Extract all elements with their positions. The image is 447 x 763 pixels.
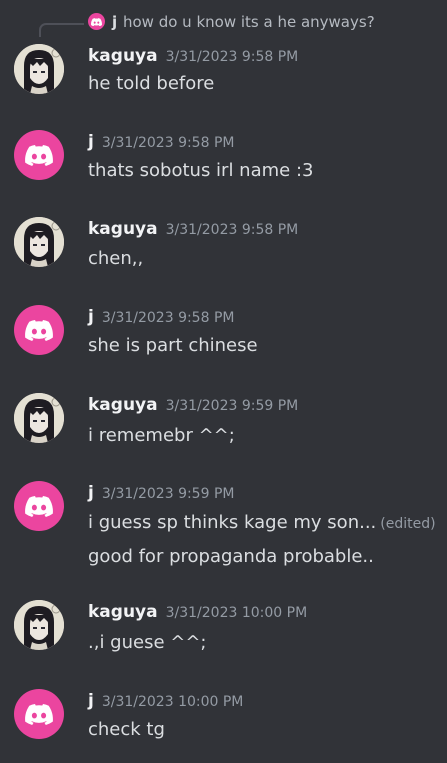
discord-logo-icon	[25, 144, 53, 166]
message-timestamp: 3/31/2023 9:59 PM	[101, 486, 235, 502]
message-header: j 3/31/2023 9:58 PM	[88, 130, 234, 155]
anime-girl-avatar-icon	[14, 600, 64, 650]
anime-girl-avatar-icon	[14, 217, 64, 267]
discord-logo-icon	[91, 17, 102, 26]
avatar[interactable]	[14, 689, 64, 739]
message-content: i guess sp thinks kage my son... (edited)	[88, 511, 436, 536]
anime-girl-avatar-icon	[14, 44, 64, 94]
reply-preview[interactable]: j how do u know its a he anyways?	[0, 8, 447, 37]
message-header: kaguya 3/31/2023 10:00 PM	[88, 600, 307, 625]
message-header: j 3/31/2023 9:59 PM	[88, 481, 234, 506]
message-header: j 3/31/2023 10:00 PM	[88, 689, 243, 714]
message-content: good for propaganda probable..	[88, 546, 374, 567]
anime-girl-avatar-icon	[14, 393, 64, 443]
discord-logo-icon	[25, 703, 53, 725]
avatar[interactable]	[14, 44, 64, 94]
message-timestamp: 3/31/2023 9:58 PM	[165, 49, 299, 65]
avatar[interactable]	[14, 481, 64, 531]
message-content: i rememebr ^^;	[88, 425, 235, 446]
message-author[interactable]: j	[88, 691, 94, 711]
message-content: he told before	[88, 73, 215, 94]
message-author[interactable]: j	[88, 483, 94, 503]
message-timestamp: 3/31/2023 9:58 PM	[101, 310, 235, 326]
reply-author[interactable]: j	[112, 12, 117, 32]
message-author[interactable]: kaguya	[88, 46, 158, 66]
message-timestamp: 3/31/2023 10:00 PM	[101, 694, 244, 710]
message-author[interactable]: kaguya	[88, 219, 158, 239]
avatar[interactable]	[14, 305, 64, 355]
message-header: j 3/31/2023 9:58 PM	[88, 305, 234, 330]
message-content: .,i guese ^^;	[88, 632, 207, 653]
reply-spine	[39, 23, 84, 37]
message-timestamp: 3/31/2023 9:58 PM	[101, 135, 235, 151]
edited-label: (edited)	[380, 516, 436, 532]
avatar[interactable]	[14, 393, 64, 443]
message-line: i guess sp thinks kage my son...	[88, 512, 377, 533]
message-header: kaguya 3/31/2023 9:58 PM	[88, 44, 298, 69]
message-author[interactable]: kaguya	[88, 602, 158, 622]
avatar[interactable]	[14, 600, 64, 650]
message-author[interactable]: j	[88, 132, 94, 152]
avatar[interactable]	[14, 217, 64, 267]
avatar[interactable]	[14, 130, 64, 180]
reply-avatar[interactable]	[88, 13, 105, 30]
reply-text[interactable]: how do u know its a he anyways?	[123, 12, 375, 32]
message-content: she is part chinese	[88, 335, 258, 356]
message-header: kaguya 3/31/2023 9:58 PM	[88, 217, 298, 242]
message-content: chen,,	[88, 248, 144, 269]
message-content: thats sobotus irl name :3	[88, 160, 314, 181]
chat-message-list: j how do u know its a he anyways? kaguya…	[0, 0, 447, 763]
message-header: kaguya 3/31/2023 9:59 PM	[88, 393, 298, 418]
message-author[interactable]: kaguya	[88, 395, 158, 415]
message-author[interactable]: j	[88, 307, 94, 327]
message-timestamp: 3/31/2023 9:59 PM	[165, 398, 299, 414]
discord-logo-icon	[25, 319, 53, 341]
message-timestamp: 3/31/2023 10:00 PM	[165, 605, 308, 621]
message-timestamp: 3/31/2023 9:58 PM	[165, 222, 299, 238]
discord-logo-icon	[25, 495, 53, 517]
message-content: check tg	[88, 719, 165, 740]
